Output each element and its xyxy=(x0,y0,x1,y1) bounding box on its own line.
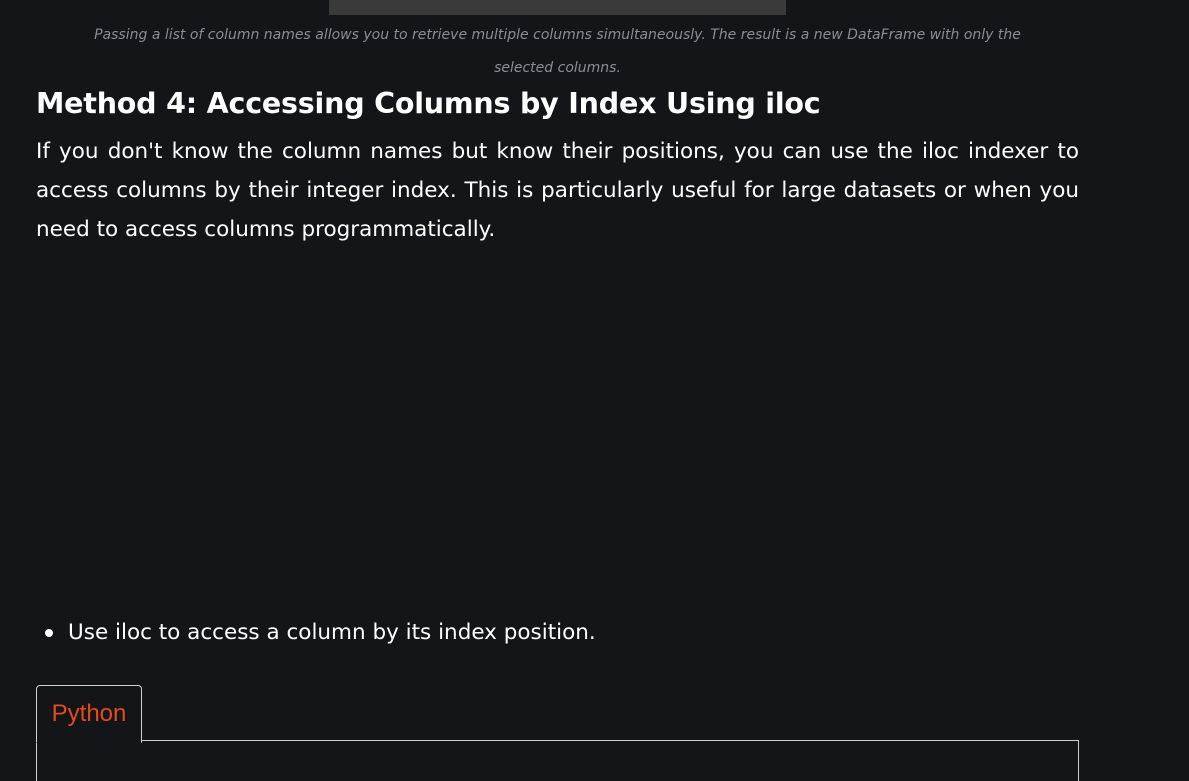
bullet-list: Use iloc to access a column by its index… xyxy=(36,613,596,652)
tab-python[interactable]: Python xyxy=(36,685,142,743)
code-block-panel xyxy=(36,740,1079,781)
image-bottom-edge xyxy=(329,0,786,15)
list-item: Use iloc to access a column by its index… xyxy=(36,613,596,652)
section-heading: Method 4: Accessing Columns by Index Usi… xyxy=(36,87,821,120)
bullet-dot-icon xyxy=(45,628,53,637)
list-item-text: Use iloc to access a column by its index… xyxy=(68,620,596,645)
section-paragraph: If you don't know the column names but k… xyxy=(36,139,1079,242)
caption-line-1: Passing a list of column names allows yo… xyxy=(94,27,1021,43)
caption-line-2: selected columns. xyxy=(494,60,621,76)
tab-python-label: Python xyxy=(51,700,127,727)
image-caption: Passing a list of column names allows yo… xyxy=(36,19,1079,85)
